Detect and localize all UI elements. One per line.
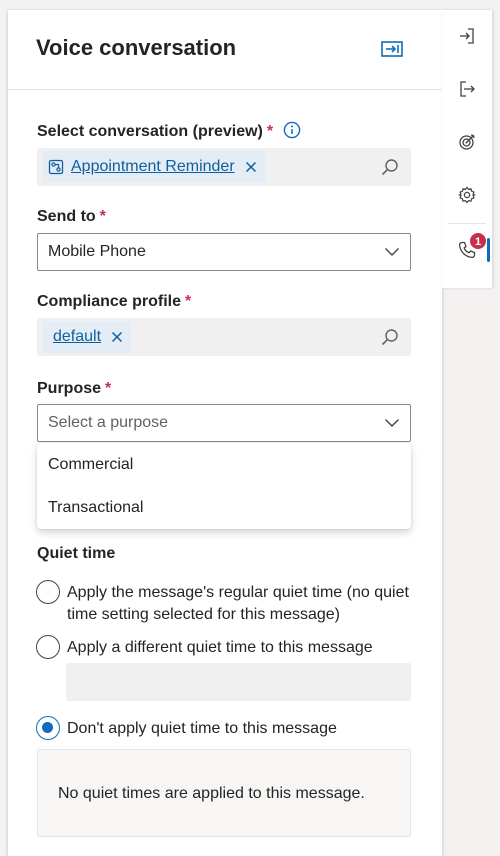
quiet-time-option-none[interactable]: Don't apply quiet time to this message: [36, 716, 416, 740]
conversation-chip-link[interactable]: Appointment Reminder: [71, 158, 235, 176]
quiet-time-selector[interactable]: [66, 663, 411, 701]
radio-button[interactable]: [36, 580, 60, 604]
quiet-time-option-text: Apply a different quiet time to this mes…: [67, 639, 373, 656]
required-marker: *: [185, 293, 192, 310]
info-icon[interactable]: [283, 121, 301, 139]
purpose-placeholder: Select a purpose: [48, 414, 169, 431]
conversation-label: Select conversation (preview) *: [37, 123, 273, 141]
collapse-panel-icon[interactable]: [381, 40, 403, 58]
search-icon[interactable]: [381, 158, 399, 176]
send-to-label: Send to *: [37, 208, 106, 226]
chevron-down-icon: [385, 419, 399, 427]
quiet-time-note: No quiet times are applied to this messa…: [58, 785, 365, 802]
compliance-label: Compliance profile *: [37, 293, 191, 311]
purpose-options-list: Commercial Transactional: [37, 443, 411, 529]
rail-divider: [448, 223, 486, 224]
conversation-field[interactable]: Appointment Reminder: [37, 148, 411, 186]
required-marker: *: [266, 123, 274, 140]
compliance-label-text: Compliance profile: [37, 293, 182, 310]
compliance-field[interactable]: default: [37, 318, 411, 356]
purpose-option-commercial[interactable]: Commercial: [37, 443, 411, 486]
radio-button[interactable]: [36, 635, 60, 659]
conversation-flow-icon: [48, 159, 64, 175]
compliance-chip: default: [43, 321, 132, 353]
header-divider: [8, 89, 442, 90]
remove-conversation-icon[interactable]: [245, 161, 257, 173]
sign-in-icon[interactable]: [454, 23, 480, 49]
quiet-time-option-different[interactable]: Apply a different quiet time to this mes…: [36, 635, 416, 659]
gear-icon[interactable]: [454, 182, 480, 208]
purpose-label-text: Purpose: [37, 380, 102, 397]
quiet-time-option-regular[interactable]: Apply the message's regular quiet time (…: [36, 580, 416, 626]
purpose-dropdown[interactable]: Select a purpose: [37, 404, 411, 442]
quiet-time-note-box: No quiet times are applied to this messa…: [37, 749, 411, 837]
required-marker: *: [105, 380, 112, 397]
quiet-time-label: Quiet time: [37, 545, 116, 562]
conversation-label-text: Select conversation (preview): [37, 123, 263, 140]
send-to-label-text: Send to: [37, 208, 96, 225]
conversation-chip: Appointment Reminder: [43, 151, 265, 183]
quiet-time-option-text: Don't apply quiet time to this message: [67, 720, 337, 737]
chevron-down-icon: [385, 248, 399, 256]
remove-compliance-icon[interactable]: [111, 331, 123, 343]
radio-button-selected[interactable]: [36, 716, 60, 740]
quiet-time-option-text: Apply the message's regular quiet time (…: [67, 584, 409, 623]
purpose-option-transactional[interactable]: Transactional: [37, 486, 411, 529]
active-indicator: [487, 238, 490, 262]
purpose-label: Purpose *: [37, 380, 111, 398]
side-rail: 1: [442, 10, 492, 288]
notification-badge: 1: [469, 232, 487, 250]
required-marker: *: [99, 208, 106, 225]
sign-out-icon[interactable]: [454, 76, 480, 102]
send-to-value: Mobile Phone: [48, 243, 146, 260]
target-icon[interactable]: [454, 129, 480, 155]
compliance-chip-link[interactable]: default: [53, 328, 101, 346]
send-to-dropdown[interactable]: Mobile Phone: [37, 233, 411, 271]
panel-title: Voice conversation: [36, 35, 237, 60]
search-icon[interactable]: [381, 328, 399, 346]
voice-conversation-panel: Voice conversation Select conversation (…: [8, 10, 442, 856]
